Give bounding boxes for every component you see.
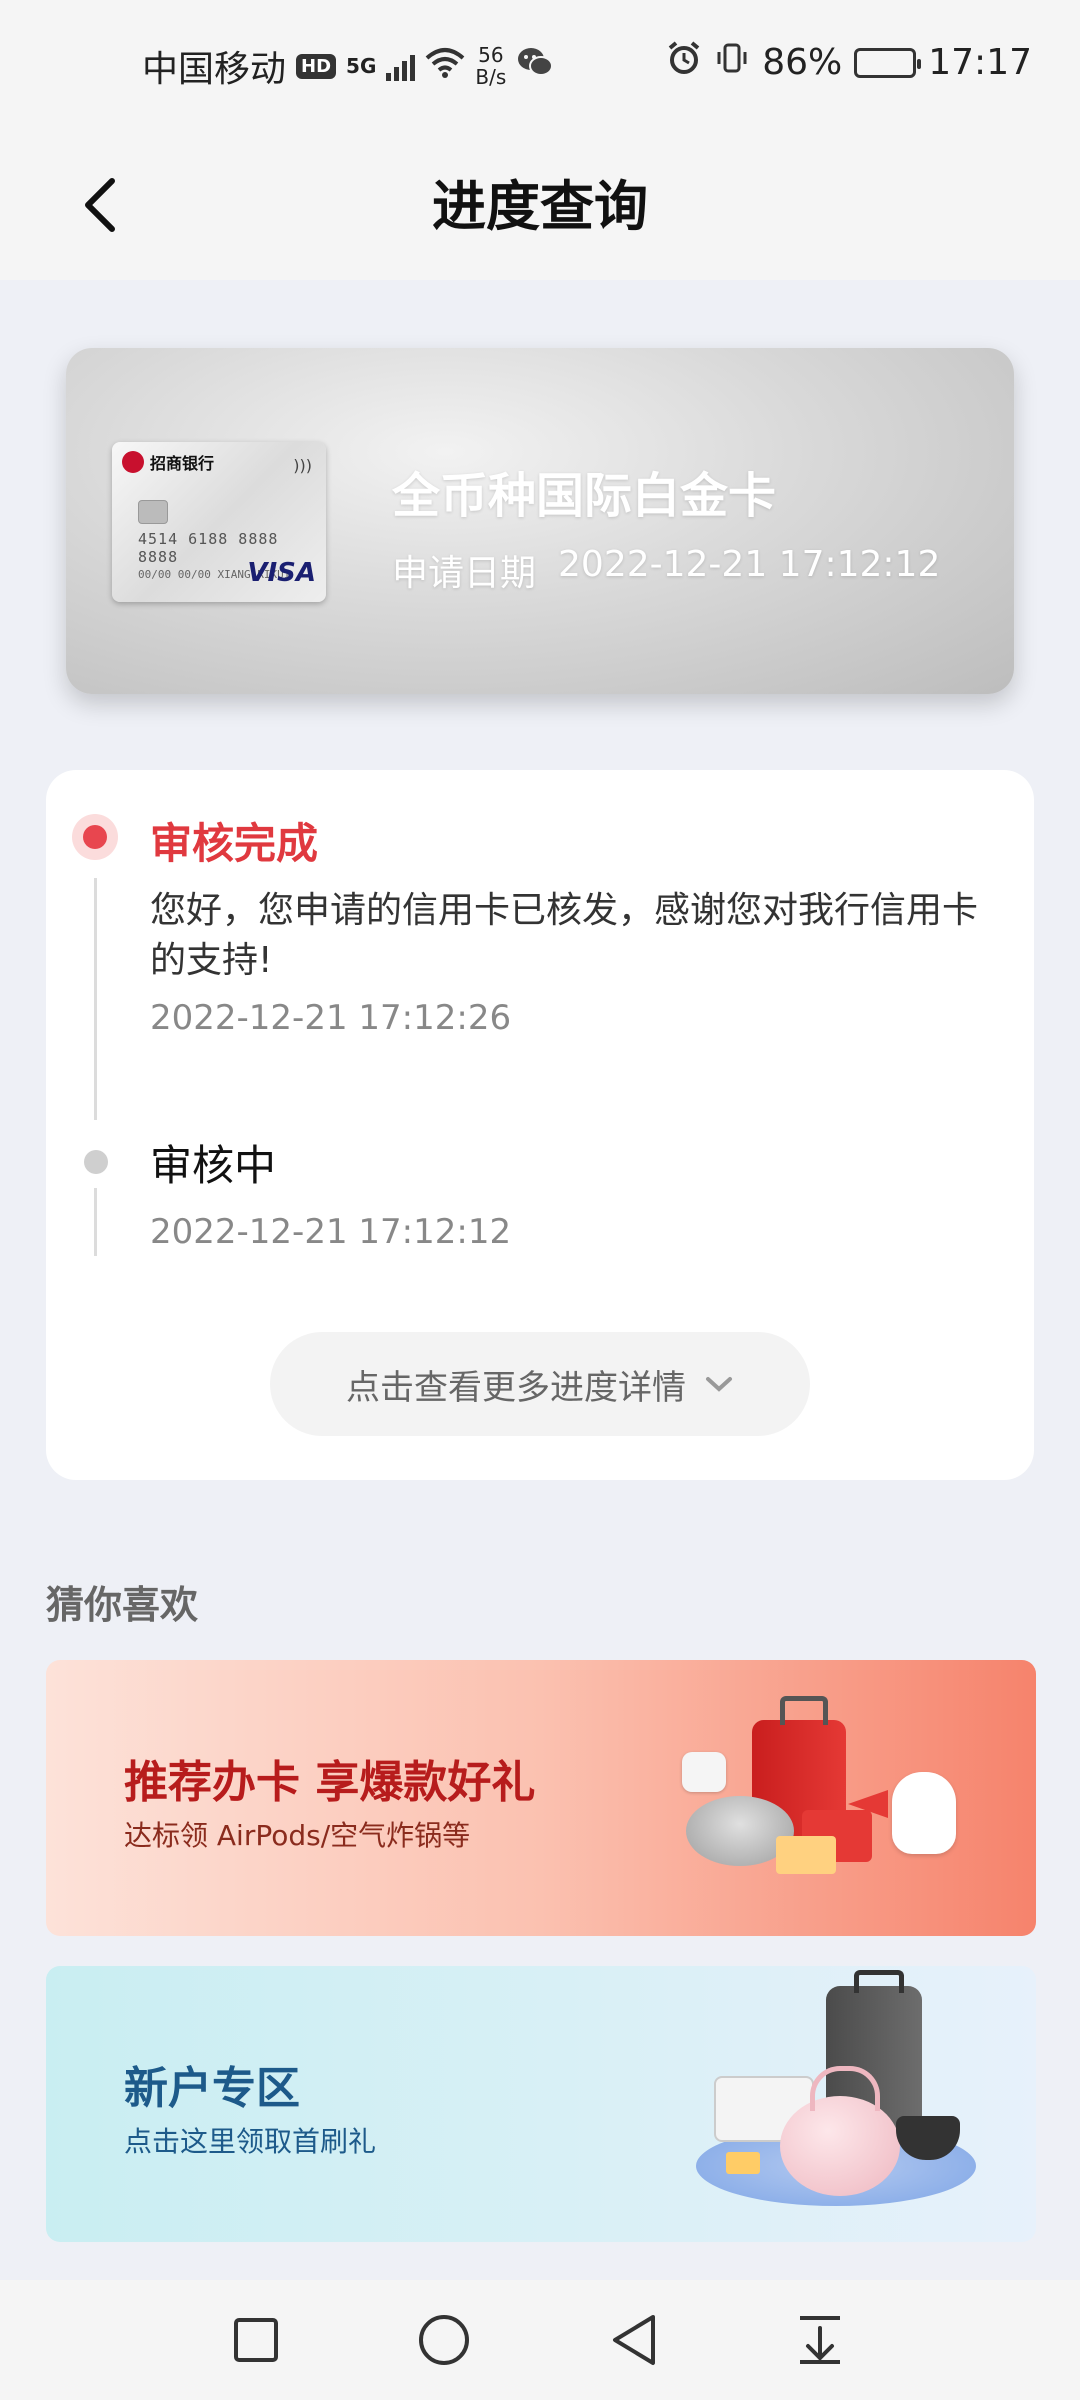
more-progress-button[interactable]: 点击查看更多进度详情 <box>270 1332 810 1436</box>
battery-percent: 86% <box>762 42 843 83</box>
handbag-illustration <box>780 2066 900 2196</box>
banner-title: 推荐办卡 享爆款好礼 <box>124 1757 536 1808</box>
apply-date-value: 2022-12-21 17:12:12 <box>558 544 941 585</box>
triangle-back-icon <box>613 2315 655 2365</box>
alarm-icon <box>666 40 702 85</box>
wifi-icon <box>425 46 465 87</box>
banner-subtitle: 点击这里领取首刷礼 <box>124 2125 377 2158</box>
step-dot <box>84 1150 108 1174</box>
timeline-line <box>94 878 97 1120</box>
timeline-line <box>94 1188 97 1256</box>
card-image: 招商银行 ))) 4514 6188 8888 8888 00/00 00/00… <box>112 442 326 602</box>
recents-button[interactable] <box>226 2310 286 2370</box>
step-time: 2022-12-21 17:12:26 <box>150 998 512 1038</box>
apply-date: 申请日期 2022-12-21 17:12:12 <box>392 544 940 596</box>
card-summary: 招商银行 ))) 4514 6188 8888 8888 00/00 00/00… <box>66 348 1014 694</box>
step-description: 您好，您申请的信用卡已核发，感谢您对我行信用卡的支持! <box>150 890 979 981</box>
wechat-icon <box>516 46 554 87</box>
bank-logo: 招商银行 <box>122 450 214 474</box>
bank-logo-icon <box>122 451 144 473</box>
vibrate-icon <box>714 40 750 85</box>
step-time: 2022-12-21 17:12:12 <box>150 1212 512 1252</box>
back-nav-button[interactable] <box>604 2310 664 2370</box>
header: 进度查询 <box>0 130 1080 280</box>
home-button[interactable] <box>414 2310 474 2370</box>
square-icon <box>234 2318 278 2362</box>
food-illustration <box>726 2152 760 2174</box>
promo-banner-referral[interactable]: 推荐办卡 享爆款好礼 达标领 AirPods/空气炸锅等 <box>46 1660 1036 1936</box>
hd-badge: HD <box>296 53 337 79</box>
progress-timeline: 审核完成 您好，您申请的信用卡已核发，感谢您对我行信用卡的支持! 2022-12… <box>46 770 1034 1480</box>
section-title: 猜你喜欢 <box>46 1583 199 1627</box>
more-progress-label: 点击查看更多进度详情 <box>346 1367 686 1408</box>
contactless-icon: ))) <box>293 456 312 475</box>
banner-subtitle: 达标领 AirPods/空气炸锅等 <box>124 1819 471 1852</box>
banner-title: 新户专区 <box>124 2063 300 2114</box>
apply-date-label: 申请日期 <box>392 553 537 594</box>
step-active-dot <box>72 814 118 860</box>
card-name: 全币种国际白金卡 <box>392 468 777 524</box>
speed-unit: B/s <box>475 65 507 89</box>
system-nav-bar <box>0 2280 1080 2400</box>
battery-icon <box>854 47 922 78</box>
network-speed: 56 B/s <box>475 44 506 88</box>
visa-logo: VISA <box>247 558 316 588</box>
card-illustration <box>776 1836 836 1874</box>
clock: 17:17 <box>928 42 1032 83</box>
promo-banner-new-user[interactable]: 新户专区 点击这里领取首刷礼 <box>46 1966 1036 2242</box>
notification-button[interactable] <box>790 2310 850 2370</box>
mascot-illustration <box>892 1772 956 1854</box>
page-title: 进度查询 <box>432 175 648 238</box>
status-left: 中国移动 HD 5G 56 B/s <box>142 40 554 92</box>
network-type: 5G <box>346 54 377 78</box>
speed-value: 56 <box>478 43 504 67</box>
carrier-label: 中国移动 <box>142 49 287 90</box>
chevron-down-icon <box>706 1377 732 1392</box>
signal-icon <box>386 51 416 81</box>
earbuds-illustration <box>682 1752 726 1792</box>
circle-icon <box>419 2315 469 2365</box>
bank-name: 招商银行 <box>150 454 215 473</box>
chip-icon <box>138 500 168 524</box>
status-bar: 中国移动 HD 5G 56 B/s 86% 17:17 <box>0 0 1080 130</box>
status-right: 86% 17:17 <box>666 40 1032 85</box>
step-title: 审核中 <box>150 1141 277 1190</box>
step-title: 审核完成 <box>150 819 319 868</box>
pull-down-icon <box>800 2316 840 2364</box>
